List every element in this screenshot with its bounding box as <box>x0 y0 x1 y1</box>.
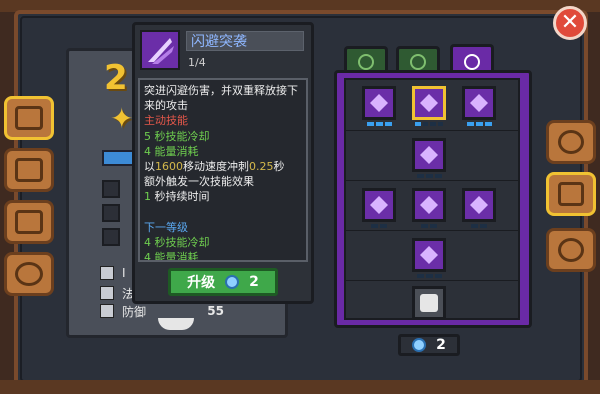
tree-icon <box>358 53 374 70</box>
description-line: 4 能量消耗 <box>144 250 302 262</box>
description-fragment: 移动速度冲刺 <box>183 160 249 174</box>
stat-value: 55 <box>207 304 224 318</box>
tab-skills[interactable] <box>546 172 596 216</box>
description-line: 4 秒技能冷却 <box>144 235 302 250</box>
upgrade-label: 升级 <box>187 275 216 291</box>
tab-pets[interactable] <box>4 200 54 244</box>
weapon-slot-icon[interactable] <box>102 180 120 198</box>
description-line: 5 秒技能冷却 <box>144 129 302 144</box>
skill-points-value: 2 <box>436 337 446 353</box>
skill-title: 闪避突袭 <box>186 31 304 51</box>
description-fragment: 0.25 <box>249 160 274 174</box>
description-line: 主动技能 <box>144 114 188 128</box>
shadow-icon <box>370 196 388 214</box>
book-icon <box>15 106 43 130</box>
skill-node[interactable] <box>362 86 396 126</box>
skill-node[interactable] <box>462 188 496 228</box>
gem-icon <box>412 338 427 352</box>
description-fragment: 秒持续时间 <box>151 190 210 204</box>
skill-node[interactable] <box>462 86 496 126</box>
lightning-icon <box>420 246 438 264</box>
tab-vehicle[interactable] <box>4 252 54 296</box>
wand-icon <box>100 286 114 300</box>
steering-wheel-icon <box>15 262 43 286</box>
description-fragment: 秒技能冷却 <box>151 129 210 143</box>
skill-node-locked[interactable] <box>412 286 446 320</box>
wood-bottom-border <box>0 380 600 394</box>
tab-codex[interactable] <box>4 96 54 140</box>
skill-node[interactable] <box>412 238 446 278</box>
description-line: 额外触发一次技能效果 <box>144 175 254 189</box>
stat-label: 防御 <box>122 304 147 319</box>
description-line <box>144 205 302 220</box>
tree-icon <box>464 53 480 70</box>
gear-icon <box>558 238 584 262</box>
description-fragment: 4 <box>144 144 151 158</box>
description-line: 4 能量消耗 <box>144 144 302 159</box>
description-fragment: 能量消耗 <box>151 251 199 262</box>
upgrade-cost: 2 <box>249 274 259 290</box>
description-line: 1 秒持续时间 <box>144 189 302 204</box>
description-fragment: 能量消耗 <box>151 144 199 158</box>
description-line: 来的攻击 <box>144 99 188 113</box>
tree-divider <box>346 130 518 131</box>
skill-node[interactable] <box>412 138 446 178</box>
vortex-icon <box>420 196 438 214</box>
helmet-icon <box>558 130 584 154</box>
description-line: 以1600移动速度冲刺0.25秒 <box>144 159 302 174</box>
tree-divider <box>346 180 518 181</box>
description-fragment: 4 <box>144 251 151 262</box>
tree-icon <box>410 53 426 70</box>
heal-plus-icon <box>470 94 488 112</box>
dash-icon <box>420 94 438 112</box>
description-fragment: 秒 <box>273 160 285 174</box>
shield-icon <box>100 304 114 318</box>
close-button[interactable]: ✕ <box>553 6 587 40</box>
burst-icon <box>370 94 388 112</box>
crossed-swords-icon <box>558 182 584 206</box>
description-fragment: 5 <box>144 129 151 143</box>
chest-icon <box>15 158 43 182</box>
skill-node[interactable] <box>412 188 446 228</box>
tab-inventory[interactable] <box>4 148 54 192</box>
description-line: 下一等级 <box>144 220 188 234</box>
upgrade-button[interactable]: 升级 2 <box>168 268 278 296</box>
description-fragment: 以 <box>144 160 155 174</box>
armor-slot-icon[interactable] <box>102 228 120 246</box>
description-fragment: 1600 <box>155 160 183 174</box>
description-fragment: 1 <box>144 190 151 204</box>
shield-crest-icon <box>470 196 488 214</box>
tab-settings[interactable] <box>546 228 596 272</box>
description-fragment: 4 <box>144 236 151 250</box>
sword-icon <box>100 266 114 280</box>
description-line: 突进闪避伤害，并双重释放接下 <box>144 84 298 97</box>
title-glyph: ✦ <box>110 102 134 135</box>
skill-node[interactable] <box>362 188 396 228</box>
tab-helmet[interactable] <box>546 120 596 164</box>
skill-node-selected[interactable] <box>412 86 446 126</box>
gem-icon <box>225 275 240 289</box>
tree-divider <box>346 280 518 281</box>
description-fragment: 秒技能冷却 <box>151 236 210 250</box>
blade-icon <box>420 146 438 164</box>
tree-divider <box>346 230 518 231</box>
dash-skill-icon <box>140 30 180 70</box>
lock-icon <box>420 294 438 312</box>
skill-level: 1/4 <box>188 56 206 69</box>
skill-description: 突进闪避伤害，并双重释放接下 来的攻击 主动技能 5 秒技能冷却 4 能量消耗 以1600… <box>138 78 308 262</box>
gear-slot-icon[interactable] <box>102 204 120 222</box>
paw-icon <box>15 210 43 234</box>
stat-label: I <box>122 266 126 280</box>
skill-points: 2 <box>398 334 460 356</box>
